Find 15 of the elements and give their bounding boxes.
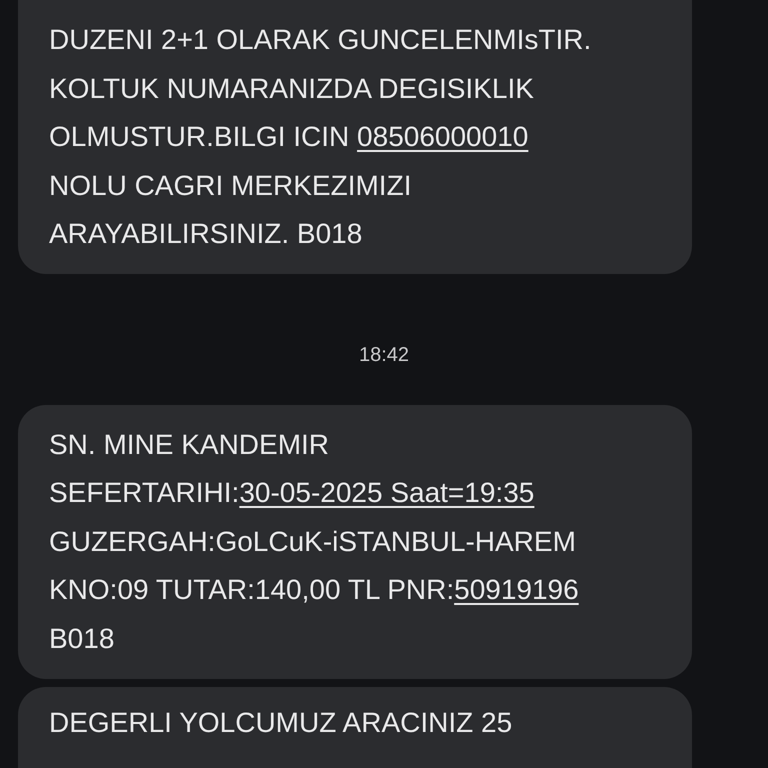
message-text: B018: [49, 622, 114, 654]
message-text: KOLTUK NUMARANIZDA DEGISIKLIK: [49, 72, 534, 104]
message-text: KNO:09 TUTAR:140,00 TL PNR:: [49, 574, 454, 605]
message-link[interactable]: 30-05-2025 Saat=19:35: [239, 477, 534, 508]
message-text: OLMUSTUR.BILGI ICIN: [49, 121, 350, 152]
timestamp: 18:42: [358, 344, 410, 366]
message-text: DEGERLI YOLCUMUZ ARACINIZ 25: [49, 707, 512, 738]
message-text: NOLU CAGRI MERKEZIMIZI: [49, 170, 412, 200]
message-text: SN. MINE KANDEMIR: [49, 428, 330, 460]
message-link[interactable]: 08506000010: [357, 121, 528, 152]
message-text: SEFERTARIHI:: [49, 477, 240, 508]
message-text: GUZERGAH:GoLCuK-iSTANBUL-HAREM: [49, 526, 576, 556]
message-link[interactable]: 50919196: [454, 574, 579, 605]
message-text: ARAYABILIRSINIZ. B018: [49, 218, 362, 249]
message-text: DUZENI 2+1 OLARAK GUNCELENMIsTIR.: [49, 24, 592, 55]
